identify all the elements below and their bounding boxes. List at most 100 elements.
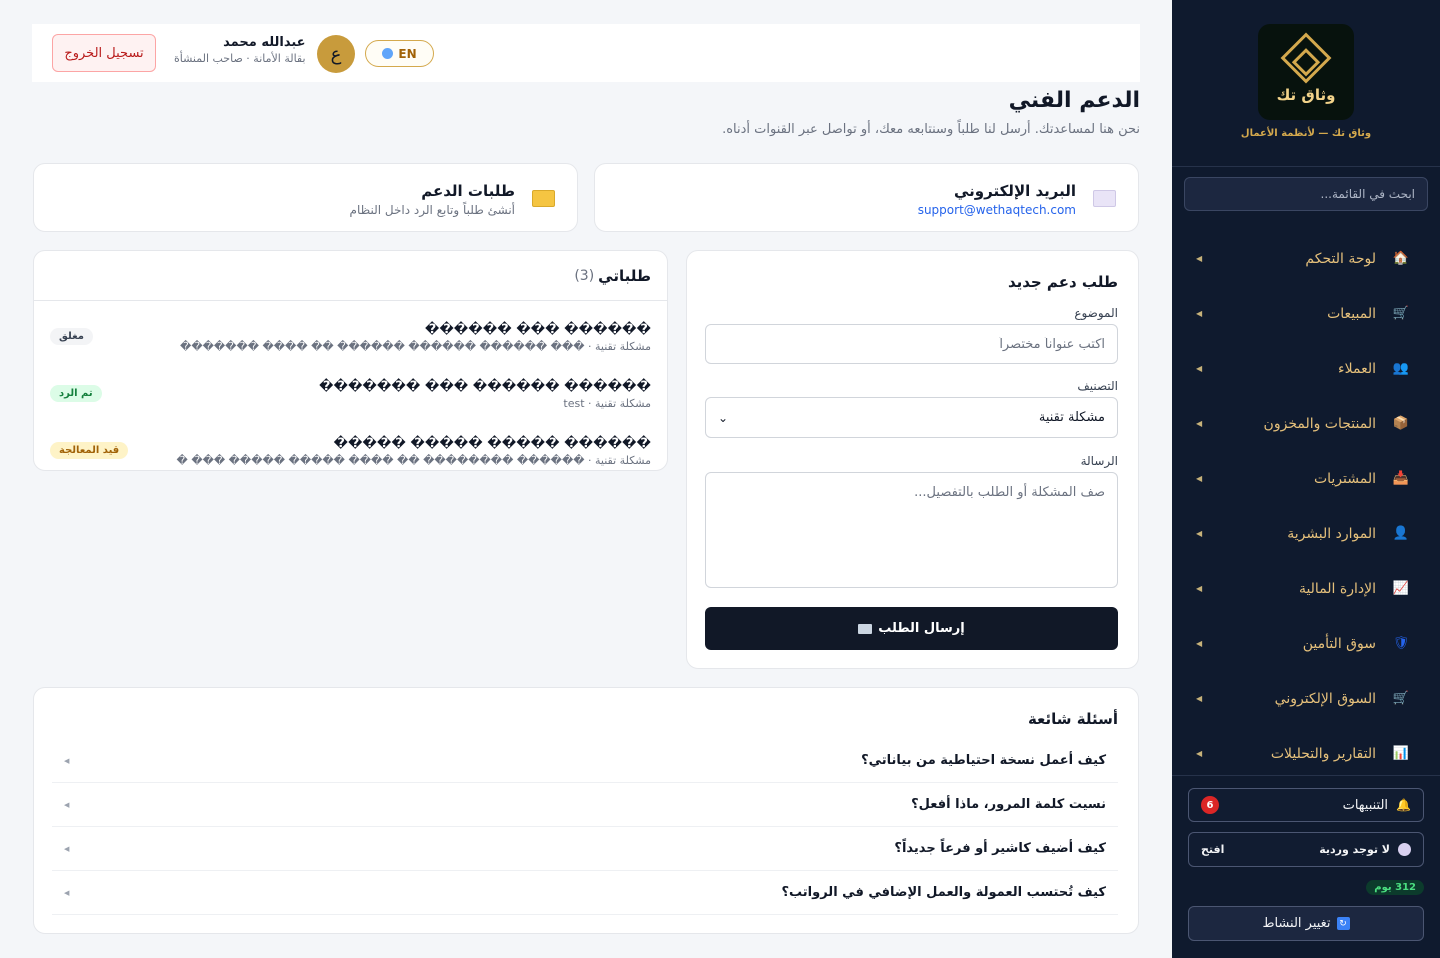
submit-label: إرسال الطلب [878, 621, 965, 636]
top-bar: تسجيل الخروج عبدالله محمد بقالة الأمانة … [32, 24, 1140, 82]
person-icon: 👤 [1392, 526, 1410, 541]
category-selected-value: مشكلة تقنية [1038, 410, 1105, 425]
globe-icon [382, 48, 394, 59]
message-textarea[interactable] [705, 472, 1118, 588]
logo-mark-icon [1280, 32, 1332, 84]
sidebar-item[interactable]: 🛡 سوق التأمين ◀ [1172, 616, 1440, 671]
my-tickets-count: (3) [574, 267, 595, 284]
chevron-left-icon: ◀ [1196, 749, 1203, 758]
open-shift-button[interactable]: افتح [1201, 843, 1224, 856]
ticket-icon [532, 190, 555, 207]
shift-status-dot-icon [1398, 843, 1411, 856]
logout-button[interactable]: تسجيل الخروج [52, 34, 156, 72]
inbox-icon: 📥 [1392, 471, 1410, 486]
ticket-meta: مشكلة تقنية · test [563, 397, 651, 410]
sidebar-item[interactable]: 👥 العملاء ◀ [1172, 341, 1440, 396]
notifications-label: التنبيهات [1342, 797, 1389, 813]
chevron-left-icon: ◀ [64, 800, 70, 809]
chevron-left-icon: ◀ [1196, 694, 1203, 703]
user-info: عبدالله محمد بقالة الأمانة · صاحب المنشأ… [174, 35, 306, 65]
support-email-link[interactable]: support@wethaqtech.com [918, 203, 1076, 217]
sidebar-item-label: لوحة التحكم [1305, 250, 1376, 267]
sidebar-search-input[interactable] [1184, 177, 1428, 211]
sidebar-divider [1172, 166, 1440, 167]
ticket-row[interactable]: ������ ����� ����� ����� مشكلة تقنية · ��… [50, 422, 651, 472]
status-badge: تم الرد [50, 385, 102, 402]
chevron-left-icon: ◀ [64, 756, 70, 765]
avatar[interactable]: ع [317, 35, 355, 73]
shift-label: لا توجد وردية [1319, 843, 1390, 856]
ticket-meta: مشكلة تقنية · ������ �������� �� ���� ��… [176, 454, 651, 467]
users-icon: 👥 [1392, 361, 1410, 376]
status-badge: قيد المعالجة [50, 442, 129, 459]
faq-card: أسئلة شائعة كيف أعمل نسخة احتياطية من بي… [33, 687, 1139, 934]
faq-question: نسيت كلمة المرور، ماذا أفعل؟ [911, 797, 1106, 812]
language-toggle-button[interactable]: EN [365, 40, 434, 67]
sidebar-item[interactable]: 📈 الإدارة المالية ◀ [1172, 561, 1440, 616]
faq-item[interactable]: كيف تُحتسب العمولة والعمل الإضافي في الر… [52, 871, 1118, 915]
subject-input[interactable] [705, 324, 1118, 364]
user-name: عبدالله محمد [223, 35, 306, 50]
category-select[interactable]: مشكلة تقنية ⌄ [705, 397, 1118, 438]
notifications-button[interactable]: 🔔 التنبيهات 6 [1188, 788, 1424, 822]
box-icon: 📦 [1392, 416, 1410, 431]
sidebar-item[interactable]: 📥 المشتريات ◀ [1172, 451, 1440, 506]
sidebar-item-label: سوق التأمين [1302, 635, 1376, 652]
sidebar-item[interactable]: 🏠 لوحة التحكم ◀ [1172, 231, 1440, 286]
page-title: الدعم الفني [1008, 88, 1140, 113]
subject-label: الموضوع [1074, 306, 1118, 320]
status-badge: مغلق [50, 328, 93, 345]
sidebar-nav: 🏠 لوحة التحكم ◀ 🛒 المبيعات ◀ 👥 العملاء ◀ 📦 المنتجا… [1172, 231, 1440, 781]
sidebar-item-label: العملاء [1338, 360, 1376, 377]
refresh-icon: ↻ [1336, 917, 1350, 930]
house-icon: 🏠 [1392, 251, 1410, 266]
bell-icon: 🔔 [1396, 798, 1411, 812]
cart-icon: 🛒 [1392, 691, 1410, 706]
page-subtitle: نحن هنا لمساعدتك. أرسل لنا طلباً وسنتابع… [722, 122, 1140, 137]
sidebar-item[interactable]: 👤 الموارد البشرية ◀ [1172, 506, 1440, 561]
sidebar-item[interactable]: 🛒 المبيعات ◀ [1172, 286, 1440, 341]
chevron-left-icon: ◀ [1196, 419, 1203, 428]
notifications-count-badge: 6 [1201, 796, 1219, 814]
sidebar-item-label: المشتريات [1313, 470, 1376, 487]
chevron-down-icon: ⌄ [718, 410, 729, 425]
brand-tagline: وثاق تك — لأنظمة الأعمال [1240, 128, 1372, 139]
faq-item[interactable]: كيف أعمل نسخة احتياطية من بياناتي؟ ◀ [52, 739, 1118, 783]
brand-logo[interactable]: وثاق تك [1258, 24, 1354, 120]
bar-chart-icon: 📊 [1392, 746, 1410, 761]
message-label: الرسالة [1080, 454, 1118, 468]
form-title: طلب دعم جديد [1007, 273, 1118, 291]
email-channel-title: البريد الإلكتروني [954, 182, 1076, 200]
sidebar-divider [1172, 775, 1440, 776]
faq-title: أسئلة شائعة [1027, 710, 1118, 728]
tickets-channel-title: طلبات الدعم [421, 182, 515, 200]
switch-activity-label: تغيير النشاط [1262, 916, 1331, 931]
faq-question: كيف أضيف كاشير أو فرعاً جديداً؟ [894, 841, 1106, 856]
shift-status[interactable]: لا توجد وردية افتح [1188, 832, 1424, 867]
switch-activity-button[interactable]: ↻ تغيير النشاط [1188, 906, 1424, 941]
my-tickets-title: طلباتي [598, 266, 651, 285]
logo-text: وثاق تك [1276, 86, 1336, 104]
chevron-left-icon: ◀ [1196, 254, 1203, 263]
ticket-row[interactable]: ������ ��� ������ مشكلة تقنية · ��� �����… [50, 308, 651, 358]
faq-item[interactable]: نسيت كلمة المرور، ماذا أفعل؟ ◀ [52, 783, 1118, 827]
faq-item[interactable]: كيف أضيف كاشير أو فرعاً جديداً؟ ◀ [52, 827, 1118, 871]
chevron-left-icon: ◀ [1196, 309, 1203, 318]
sidebar-item[interactable]: 📊 التقارير والتحليلات ◀ [1172, 726, 1440, 781]
sidebar: وثاق تك وثاق تك — لأنظمة الأعمال 🏠 لوحة ا… [1172, 0, 1440, 958]
faq-question: كيف تُحتسب العمولة والعمل الإضافي في الر… [781, 885, 1107, 900]
envelope-icon [1093, 190, 1116, 207]
sidebar-item[interactable]: 📦 المنتجات والمخزون ◀ [1172, 396, 1440, 451]
ticket-row[interactable]: ������ ������ ��� ������� مشكلة تقنية · t… [50, 365, 651, 415]
chart-up-icon: 📈 [1392, 581, 1410, 596]
cart-icon: 🛒 [1392, 306, 1410, 321]
faq-question: كيف أعمل نسخة احتياطية من بياناتي؟ [861, 753, 1106, 768]
new-ticket-form: طلب دعم جديد الموضوع التصنيف مشكلة تقنية… [686, 250, 1139, 669]
sidebar-item-label: السوق الإلكتروني [1274, 690, 1376, 707]
sidebar-item[interactable]: 🛒 السوق الإلكتروني ◀ [1172, 671, 1440, 726]
chevron-left-icon: ◀ [1196, 584, 1203, 593]
submit-ticket-button[interactable]: إرسال الطلب [705, 607, 1118, 650]
tickets-channel-subtitle: أنشئ طلباً وتابع الرد داخل النظام [349, 203, 515, 217]
sidebar-item-label: الموارد البشرية [1287, 525, 1376, 542]
ticket-meta: مشكلة تقنية · ��� ������ ������ ������ �… [180, 340, 651, 353]
